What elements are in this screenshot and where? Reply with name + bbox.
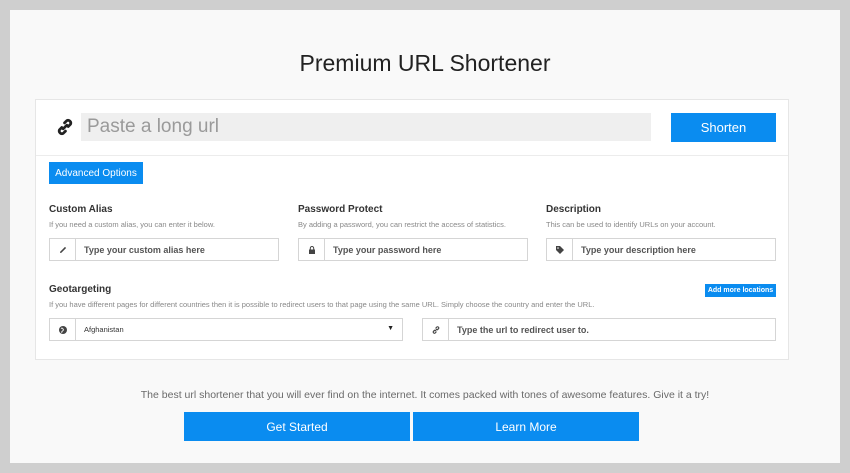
shortener-card: Shorten Advanced Options Custom Alias If… xyxy=(35,99,789,360)
description-field xyxy=(546,238,776,261)
lock-icon xyxy=(299,239,325,260)
geotargeting-section: Geotargeting If you have different pages… xyxy=(49,284,649,309)
tagline: The best url shortener that you will eve… xyxy=(140,389,710,401)
geotargeting-label: Geotargeting xyxy=(49,284,112,295)
country-select[interactable]: Afghanistan ▼ xyxy=(49,318,403,341)
caret-down-icon: ▼ xyxy=(387,325,394,332)
password-field xyxy=(298,238,528,261)
custom-alias-section: Custom Alias If you need a custom alias,… xyxy=(49,204,279,229)
password-section: Password Protect By adding a password, y… xyxy=(298,204,528,229)
custom-alias-input[interactable] xyxy=(76,239,278,260)
redirect-url-input[interactable] xyxy=(449,319,775,340)
custom-alias-field xyxy=(49,238,279,261)
custom-alias-label: Custom Alias xyxy=(49,204,113,215)
password-label: Password Protect xyxy=(298,204,383,215)
country-selected-value: Afghanistan xyxy=(84,325,124,334)
redirect-url-field xyxy=(422,318,776,341)
learn-more-button[interactable]: Learn More xyxy=(413,412,639,441)
description-help: This can be used to identify URLs on you… xyxy=(546,220,716,229)
advanced-options-button[interactable]: Advanced Options xyxy=(49,162,143,184)
add-more-locations-button[interactable]: Add more locations xyxy=(705,284,776,297)
password-help: By adding a password, you can restrict t… xyxy=(298,220,507,229)
description-input[interactable] xyxy=(573,239,775,260)
link-small-icon xyxy=(423,319,449,340)
description-section: Description This can be used to identify… xyxy=(546,204,776,229)
password-input[interactable] xyxy=(325,239,527,260)
link-icon xyxy=(57,118,73,136)
description-label: Description xyxy=(546,204,602,215)
long-url-input[interactable] xyxy=(81,113,651,141)
pencil-icon xyxy=(50,239,76,260)
globe-icon xyxy=(50,319,76,340)
get-started-button[interactable]: Get Started xyxy=(184,412,410,441)
url-row: Shorten xyxy=(36,100,788,156)
page: Premium URL Shortener Shorten Advanced O… xyxy=(10,10,840,463)
page-title: Premium URL Shortener xyxy=(299,50,551,76)
shorten-button[interactable]: Shorten xyxy=(671,113,776,142)
geotargeting-help: If you have different pages for differen… xyxy=(49,300,595,309)
custom-alias-help: If you need a custom alias, you can ente… xyxy=(49,220,215,229)
tag-icon xyxy=(547,239,573,260)
